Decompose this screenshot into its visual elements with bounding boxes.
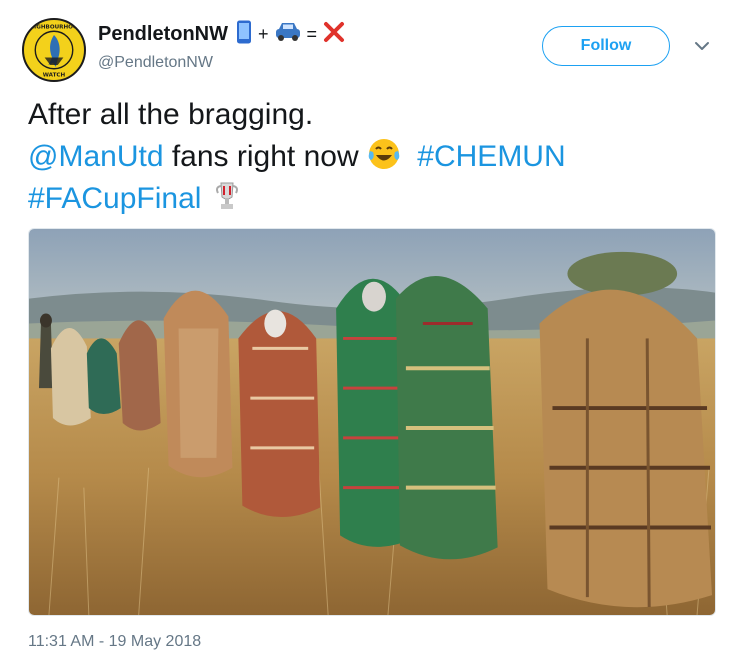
svg-text:WATCH: WATCH bbox=[43, 72, 66, 78]
neighbourhood-watch-logo-icon: NEIGHBOURHOOD WATCH bbox=[24, 20, 84, 80]
user-info: PendletonNW + = @PendletonNW bbox=[98, 20, 345, 72]
tweet-text-segment: fans right now bbox=[163, 140, 359, 173]
mention-link[interactable]: @ManUtd bbox=[28, 140, 164, 173]
tweet-text-line-2: @ManUtd fans right now #CHEMUN bbox=[28, 136, 728, 178]
plus-sign: + bbox=[258, 23, 269, 44]
tweet-text: After all the bragging. @ManUtd fans rig… bbox=[28, 94, 728, 220]
tweet-timestamp[interactable]: 11:31 AM - 19 May 2018 bbox=[28, 633, 201, 651]
tweet-header: NEIGHBOURHOOD WATCH PendletonNW + = @Pen… bbox=[22, 12, 728, 82]
cross-mark-emoji-icon bbox=[323, 21, 345, 48]
tweet-text-line-1: After all the bragging. bbox=[28, 98, 314, 131]
follow-button[interactable]: Follow bbox=[542, 26, 670, 66]
tweet-photo[interactable] bbox=[28, 228, 716, 616]
trophy-emoji-icon bbox=[214, 181, 240, 223]
avatar[interactable]: NEIGHBOURHOOD WATCH bbox=[22, 18, 86, 82]
hashtag-link-facupfinal[interactable]: #FACupFinal bbox=[28, 182, 201, 215]
people-in-blankets-field-image bbox=[29, 229, 715, 615]
mobile-phone-emoji-icon bbox=[236, 20, 252, 49]
display-name[interactable]: PendletonNW bbox=[98, 23, 228, 46]
face-with-tears-of-joy-emoji-icon bbox=[367, 138, 401, 182]
chevron-down-icon[interactable] bbox=[692, 38, 712, 54]
hashtag-link-chemun[interactable]: #CHEMUN bbox=[417, 140, 565, 173]
user-handle[interactable]: @PendletonNW bbox=[98, 54, 345, 72]
equals-sign: = bbox=[306, 23, 318, 44]
svg-text:NEIGHBOURHOOD: NEIGHBOURHOOD bbox=[26, 24, 83, 30]
tweet-text-line-3: #FACupFinal bbox=[28, 178, 728, 220]
car-emoji-icon bbox=[275, 21, 301, 48]
